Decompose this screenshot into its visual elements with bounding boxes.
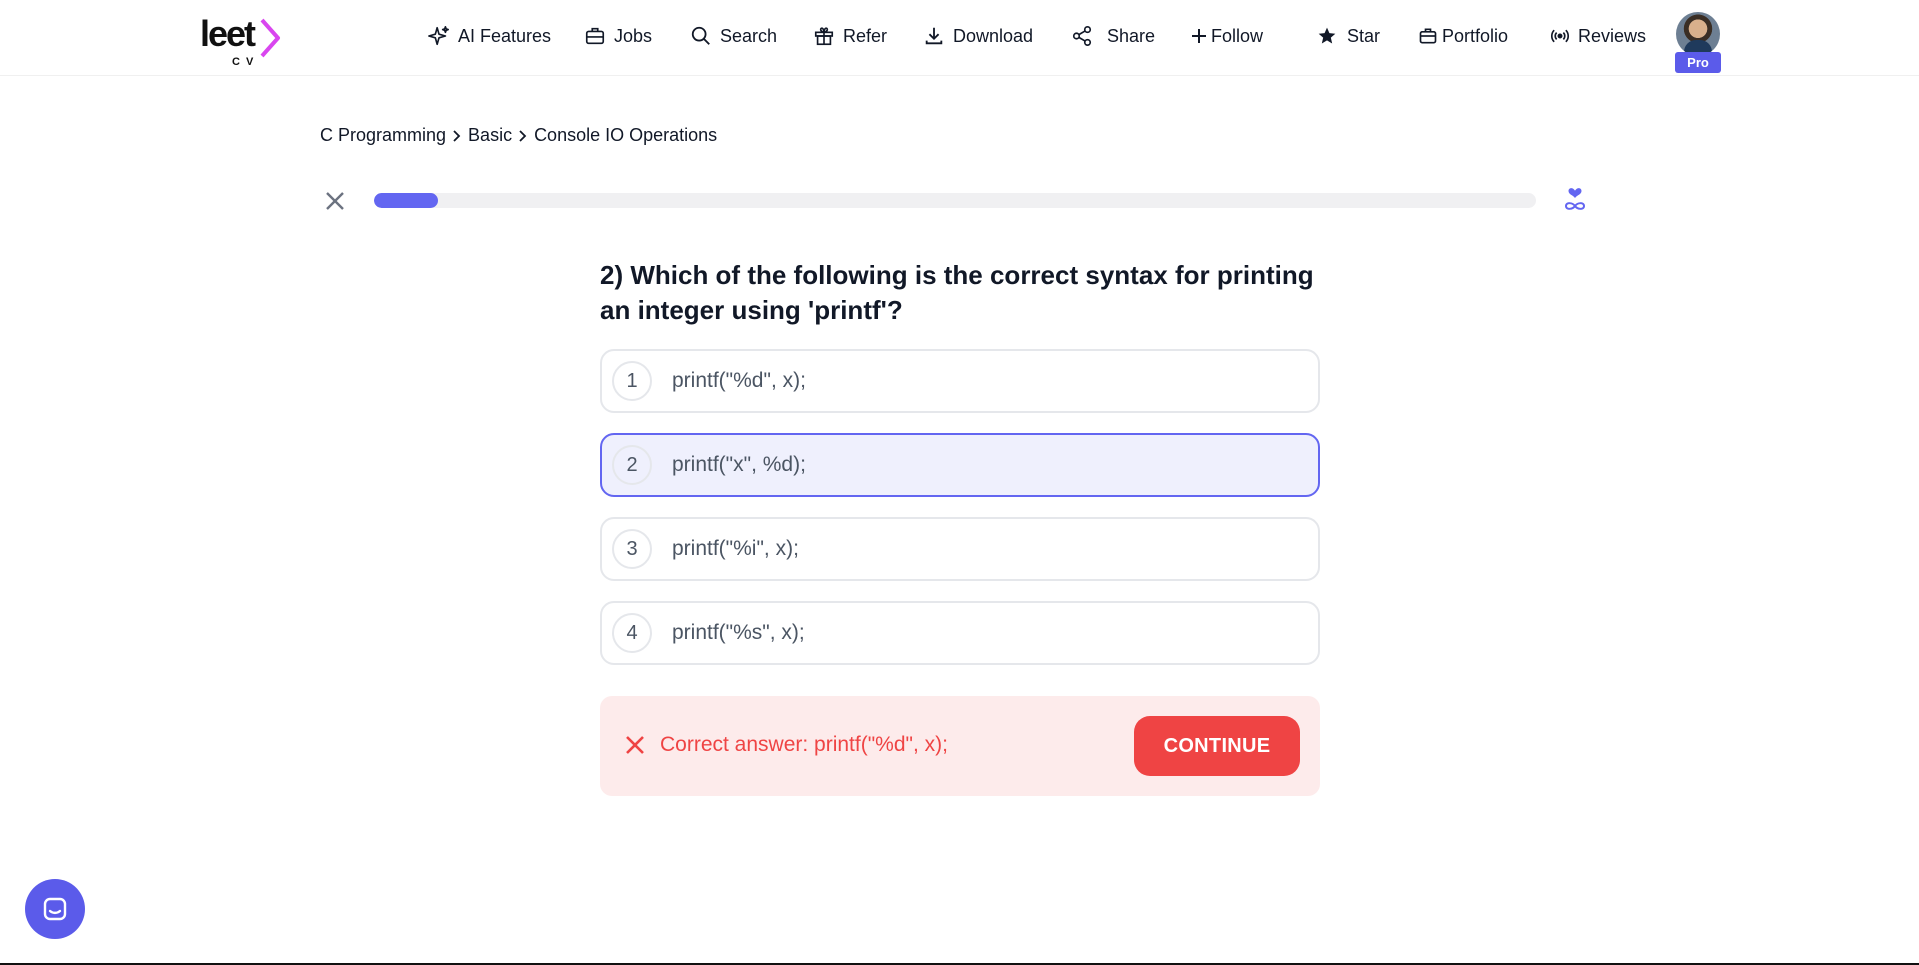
nav-label: Share: [1107, 25, 1156, 46]
breadcrumb-item[interactable]: Console IO Operations: [534, 125, 717, 146]
answer-option[interactable]: 3 printf("%i", x);: [600, 517, 1320, 581]
option-number: 3: [612, 529, 652, 569]
nav-download[interactable]: Download: [923, 18, 1071, 54]
portfolio-icon: [1418, 26, 1438, 46]
nav-label: AI Features: [458, 25, 552, 46]
leetcv-logo[interactable]: leet CV: [200, 14, 282, 70]
nav-label: Reviews: [1578, 25, 1647, 46]
nav-label: Star: [1347, 25, 1381, 46]
user-menu[interactable]: Pro: [1675, 12, 1721, 73]
nav-portfolio[interactable]: Portfolio: [1418, 18, 1550, 54]
nav-refer[interactable]: Refer: [813, 18, 923, 54]
search-icon: [690, 25, 712, 47]
nav-follow[interactable]: Follow: [1191, 18, 1317, 54]
pro-badge: Pro: [1675, 52, 1721, 73]
chat-icon: [43, 897, 67, 921]
chat-button[interactable]: [25, 879, 85, 939]
continue-button[interactable]: CONTINUE: [1134, 716, 1300, 776]
logo-subtitle: CV: [232, 56, 260, 68]
answer-option[interactable]: 1 printf("%d", x);: [600, 349, 1320, 413]
nav-star[interactable]: Star: [1317, 18, 1418, 54]
star-icon: [1317, 26, 1337, 46]
nav-label: Portfolio: [1442, 25, 1509, 46]
close-quiz-button[interactable]: [320, 186, 350, 216]
progress-fill: [374, 193, 438, 208]
nav-label: Search: [720, 25, 778, 46]
top-header: leet CV AI Features Jobs Search Refer Do…: [0, 0, 1919, 76]
answer-options: 1 printf("%d", x); 2 printf("x", %d); 3 …: [600, 349, 1320, 685]
close-icon: [326, 192, 344, 210]
nav-label: Follow: [1211, 25, 1264, 46]
main-nav: AI Features Jobs Search Refer Download S…: [428, 18, 1650, 54]
question-text: 2) Which of the following is the correct…: [600, 260, 1314, 325]
answer-option[interactable]: 4 printf("%s", x);: [600, 601, 1320, 665]
progress-bar: [374, 193, 1536, 208]
logo-chevron-icon: [260, 18, 280, 58]
nav-label: Refer: [843, 25, 888, 46]
option-number: 1: [612, 361, 652, 401]
chevron-right-icon: [452, 129, 462, 143]
nav-ai-features[interactable]: AI Features: [428, 18, 584, 54]
share-icon: [1071, 25, 1093, 47]
plus-icon: [1191, 28, 1207, 44]
briefcase-icon: [584, 25, 606, 47]
avatar: [1676, 12, 1720, 56]
nav-search[interactable]: Search: [690, 18, 813, 54]
wrong-answer-icon: [624, 734, 646, 761]
nav-label: Download: [953, 25, 1034, 46]
option-text: printf("x", %d);: [672, 453, 806, 476]
option-text: printf("%d", x);: [672, 369, 806, 392]
option-number: 2: [612, 445, 652, 485]
nav-share[interactable]: Share: [1071, 18, 1191, 54]
answer-option-selected[interactable]: 2 printf("x", %d);: [600, 433, 1320, 497]
option-number: 4: [612, 613, 652, 653]
option-text: printf("%i", x);: [672, 537, 799, 560]
breadcrumb-item[interactable]: C Programming: [320, 125, 446, 146]
download-icon: [923, 25, 945, 47]
option-text: printf("%s", x);: [672, 621, 805, 644]
broadcast-icon: [1550, 26, 1570, 46]
sparkles-icon: [428, 25, 450, 47]
nav-reviews[interactable]: Reviews: [1550, 18, 1650, 54]
feedback-banner: Correct answer: printf("%d", x); CONTINU…: [600, 696, 1320, 796]
chevron-right-icon: [518, 129, 528, 143]
nav-label: Jobs: [614, 25, 653, 46]
breadcrumb: C Programming Basic Console IO Operation…: [320, 125, 717, 146]
correct-answer-message: Correct answer: printf("%d", x);: [660, 733, 948, 756]
nav-jobs[interactable]: Jobs: [584, 18, 690, 54]
gift-icon: [813, 25, 835, 47]
infinite-lives-icon: [1560, 186, 1590, 216]
breadcrumb-item[interactable]: Basic: [468, 125, 512, 146]
logo-word: leet: [200, 13, 256, 54]
